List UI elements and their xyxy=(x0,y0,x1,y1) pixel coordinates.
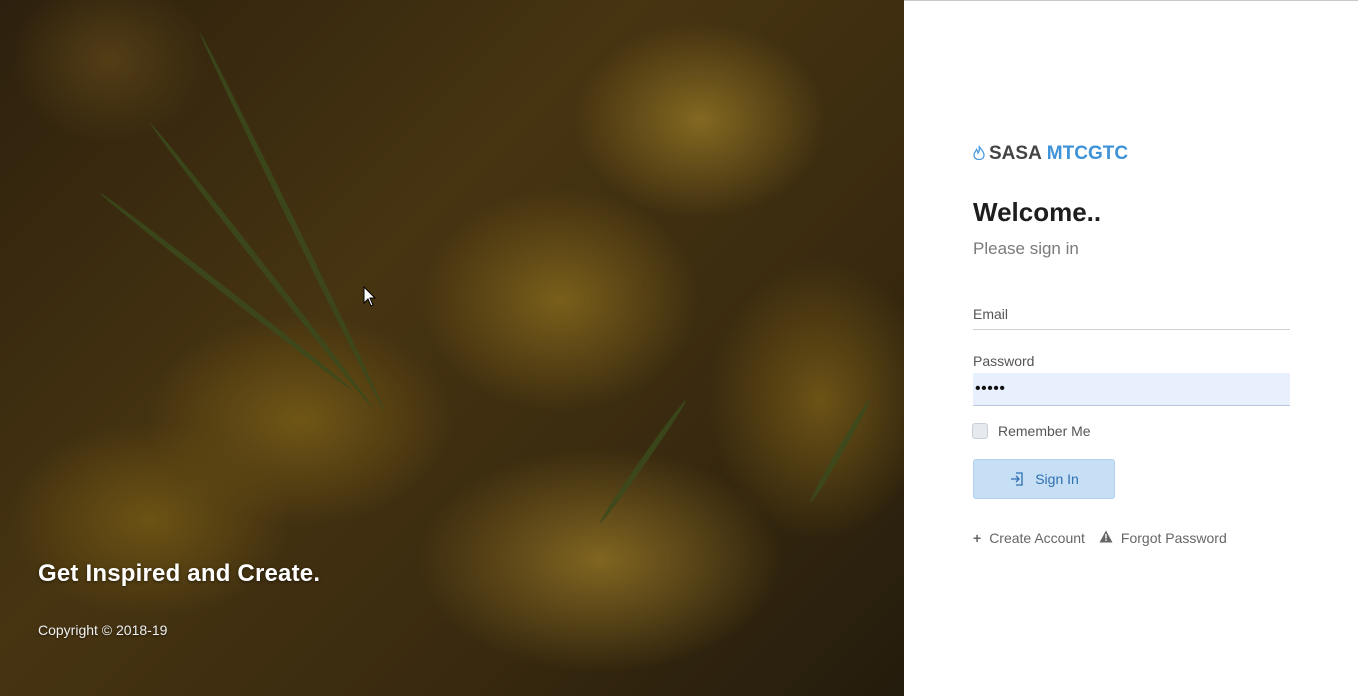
remember-me[interactable]: Remember Me xyxy=(972,423,1091,439)
hero-tagline: Get Inspired and Create. xyxy=(38,560,321,587)
sign-in-label: Sign In xyxy=(1035,471,1079,487)
password-field[interactable] xyxy=(973,373,1290,406)
hero-image: Get Inspired and Create. Copyright © 201… xyxy=(0,0,904,696)
forgot-password-label: Forgot Password xyxy=(1120,530,1227,546)
flame-icon xyxy=(973,145,985,164)
decorative-leaf xyxy=(597,398,689,525)
brand-name-accent: MTCGTC xyxy=(1046,143,1129,164)
forgot-password-link[interactable]: Forgot Password xyxy=(1099,530,1227,546)
remember-me-checkbox[interactable] xyxy=(972,423,988,439)
create-account-link[interactable]: + Create Account xyxy=(973,530,1085,546)
signin-subtitle: Please sign in xyxy=(973,239,1079,258)
email-underline xyxy=(973,329,1290,330)
welcome-heading: Welcome.. xyxy=(973,197,1102,227)
copyright-text: Copyright © 2018-19 xyxy=(38,622,168,638)
remember-me-label: Remember Me xyxy=(998,423,1091,439)
email-field[interactable] xyxy=(973,301,1290,327)
warning-icon xyxy=(1099,530,1113,546)
brand-logo: SASA MTCGTC xyxy=(973,143,1128,165)
password-label: Password xyxy=(973,353,1035,369)
sign-in-button[interactable]: Sign In xyxy=(973,459,1115,499)
plus-icon: + xyxy=(973,530,982,546)
mouse-cursor-icon xyxy=(363,286,377,307)
decorative-leaf xyxy=(807,397,873,505)
brand-name-primary: SASA xyxy=(989,143,1042,164)
login-panel: SASA MTCGTC Welcome.. Please sign in Pas… xyxy=(904,0,1358,696)
create-account-label: Create Account xyxy=(989,530,1085,546)
auth-links: + Create Account Forgot Password xyxy=(973,530,1227,546)
sign-in-icon xyxy=(1009,471,1025,487)
